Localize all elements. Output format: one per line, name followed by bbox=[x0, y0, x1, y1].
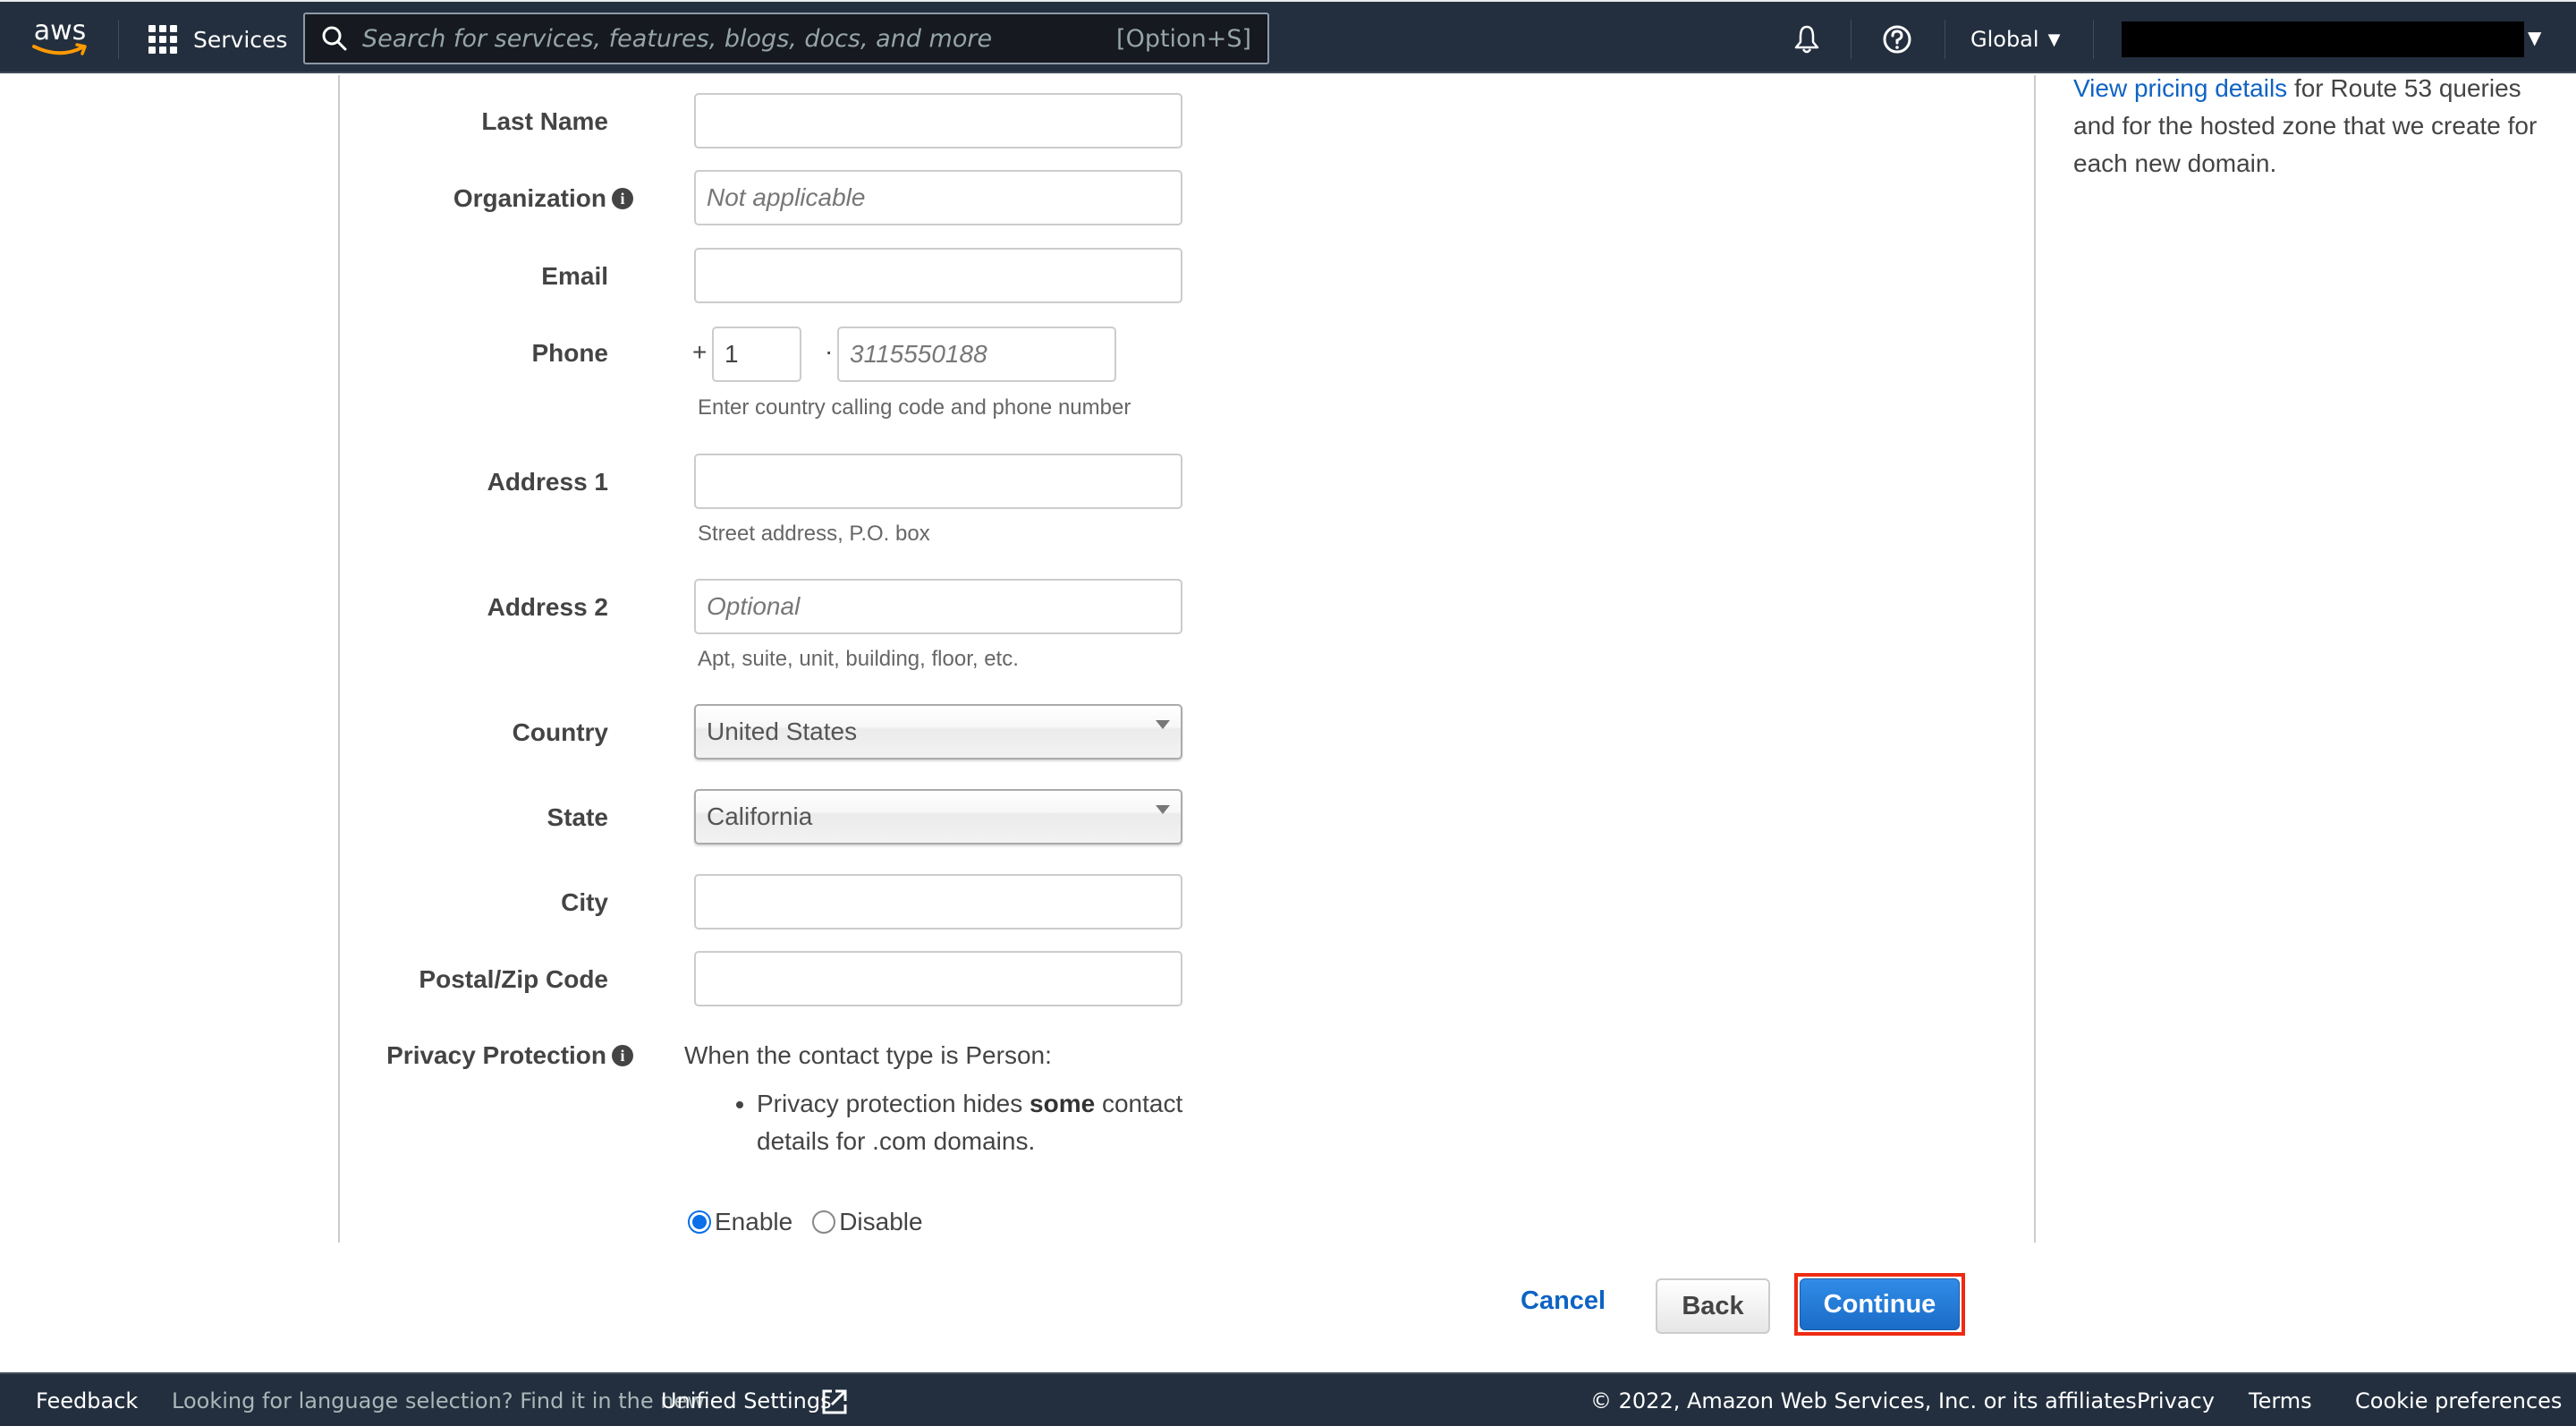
email-label: Email bbox=[541, 262, 608, 290]
info-icon[interactable]: i bbox=[612, 188, 633, 209]
enable-radio[interactable] bbox=[688, 1210, 711, 1234]
footer-bar: Feedback Looking for language selection?… bbox=[0, 1372, 2576, 1426]
privacy-label-group: Privacy Protection i bbox=[386, 1041, 633, 1070]
side-panel-border bbox=[2034, 75, 2036, 1243]
phone-country-code-input[interactable] bbox=[712, 327, 801, 382]
services-label: Services bbox=[193, 26, 288, 53]
notifications-button[interactable] bbox=[1789, 21, 1825, 57]
region-selector[interactable]: Global ▼ bbox=[1970, 21, 2060, 57]
account-menu-redacted[interactable] bbox=[2122, 21, 2524, 57]
external-link-icon[interactable] bbox=[821, 1388, 848, 1415]
city-label: City bbox=[561, 888, 608, 916]
organization-label: Organization bbox=[453, 184, 606, 212]
top-navigation-bar: aws Services [Option+S] bbox=[0, 0, 2576, 73]
cookie-preferences-link[interactable]: Cookie preferences bbox=[2355, 1388, 2562, 1413]
continue-highlight-box: Continue bbox=[1794, 1273, 1965, 1336]
privacy-intro-text: When the contact type is Person: bbox=[684, 1041, 1052, 1069]
cancel-button[interactable]: Cancel bbox=[1521, 1286, 1606, 1316]
organization-input[interactable] bbox=[694, 170, 1182, 225]
last-name-label: Last Name bbox=[481, 107, 608, 135]
form-panel-border bbox=[338, 75, 340, 1243]
nav-divider bbox=[2093, 20, 2094, 59]
organization-label-group: Organization i bbox=[453, 184, 633, 213]
search-icon bbox=[322, 26, 347, 51]
nav-divider bbox=[1851, 20, 1852, 59]
services-grid-icon bbox=[148, 25, 177, 54]
account-caret-down-icon[interactable]: ▼ bbox=[2528, 27, 2541, 48]
state-select[interactable]: California bbox=[694, 789, 1182, 845]
privacy-bullet-list: Privacy protection hides some contact de… bbox=[733, 1085, 1216, 1160]
language-selection-text: Looking for language selection? Find it … bbox=[172, 1388, 705, 1413]
state-selected-value: California bbox=[707, 802, 813, 830]
last-name-input[interactable] bbox=[694, 93, 1182, 149]
dropdown-caret-icon bbox=[1156, 720, 1170, 729]
terms-link[interactable]: Terms bbox=[2249, 1388, 2312, 1413]
search-shortcut-hint: [Option+S] bbox=[1116, 24, 1251, 53]
view-pricing-details-link[interactable]: View pricing details bbox=[2073, 74, 2287, 102]
aws-logo[interactable]: aws bbox=[30, 18, 89, 59]
country-select[interactable]: United States bbox=[694, 704, 1182, 760]
phone-separator: · bbox=[825, 337, 834, 365]
privacy-protection-label: Privacy Protection bbox=[386, 1041, 606, 1069]
privacy-radio-group: Enable Disable bbox=[688, 1208, 943, 1236]
address1-label: Address 1 bbox=[487, 468, 608, 496]
city-input[interactable] bbox=[694, 874, 1182, 929]
email-input[interactable] bbox=[694, 248, 1182, 303]
nav-divider bbox=[118, 20, 119, 59]
privacy-bullet-item: Privacy protection hides some contact de… bbox=[757, 1085, 1216, 1160]
feedback-link[interactable]: Feedback bbox=[36, 1388, 138, 1413]
services-menu-button[interactable]: Services bbox=[148, 21, 287, 57]
caret-down-icon: ▼ bbox=[2047, 30, 2061, 49]
search-input[interactable] bbox=[362, 24, 1117, 53]
search-bar[interactable]: [Option+S] bbox=[303, 13, 1269, 64]
aws-smile-icon bbox=[32, 43, 87, 55]
back-button[interactable]: Back bbox=[1656, 1278, 1770, 1334]
continue-button[interactable]: Continue bbox=[1800, 1278, 1960, 1330]
disable-radio[interactable] bbox=[812, 1210, 836, 1234]
address2-hint: Apt, suite, unit, building, floor, etc. bbox=[698, 647, 1019, 671]
address2-label: Address 2 bbox=[487, 593, 608, 621]
privacy-link[interactable]: Privacy bbox=[2137, 1388, 2215, 1413]
postal-label: Postal/Zip Code bbox=[419, 965, 608, 993]
address2-input[interactable] bbox=[694, 579, 1182, 634]
country-label: Country bbox=[512, 718, 608, 746]
address1-input[interactable] bbox=[694, 454, 1182, 509]
state-label: State bbox=[547, 803, 608, 831]
phone-label: Phone bbox=[531, 339, 608, 367]
phone-number-input[interactable] bbox=[837, 327, 1116, 382]
country-selected-value: United States bbox=[707, 717, 858, 745]
postal-input[interactable] bbox=[694, 951, 1182, 1006]
copyright-text: © 2022, Amazon Web Services, Inc. or its… bbox=[1590, 1388, 2144, 1413]
dropdown-caret-icon bbox=[1156, 805, 1170, 814]
region-label: Global bbox=[1970, 27, 2039, 52]
pricing-info-panel: View pricing details for Route 53 querie… bbox=[2073, 70, 2556, 182]
help-icon bbox=[1883, 25, 1911, 54]
info-icon[interactable]: i bbox=[612, 1045, 633, 1066]
aws-logo-text: aws bbox=[33, 15, 87, 47]
notifications-bell-icon bbox=[1794, 25, 1819, 54]
unified-settings-link[interactable]: Unified Settings bbox=[661, 1388, 832, 1413]
disable-radio-label[interactable]: Disable bbox=[839, 1208, 922, 1236]
phone-plus-sign: + bbox=[692, 338, 708, 366]
address1-hint: Street address, P.O. box bbox=[698, 522, 930, 546]
phone-hint: Enter country calling code and phone num… bbox=[698, 395, 1131, 420]
help-button[interactable] bbox=[1879, 21, 1915, 57]
enable-radio-label[interactable]: Enable bbox=[715, 1208, 792, 1236]
